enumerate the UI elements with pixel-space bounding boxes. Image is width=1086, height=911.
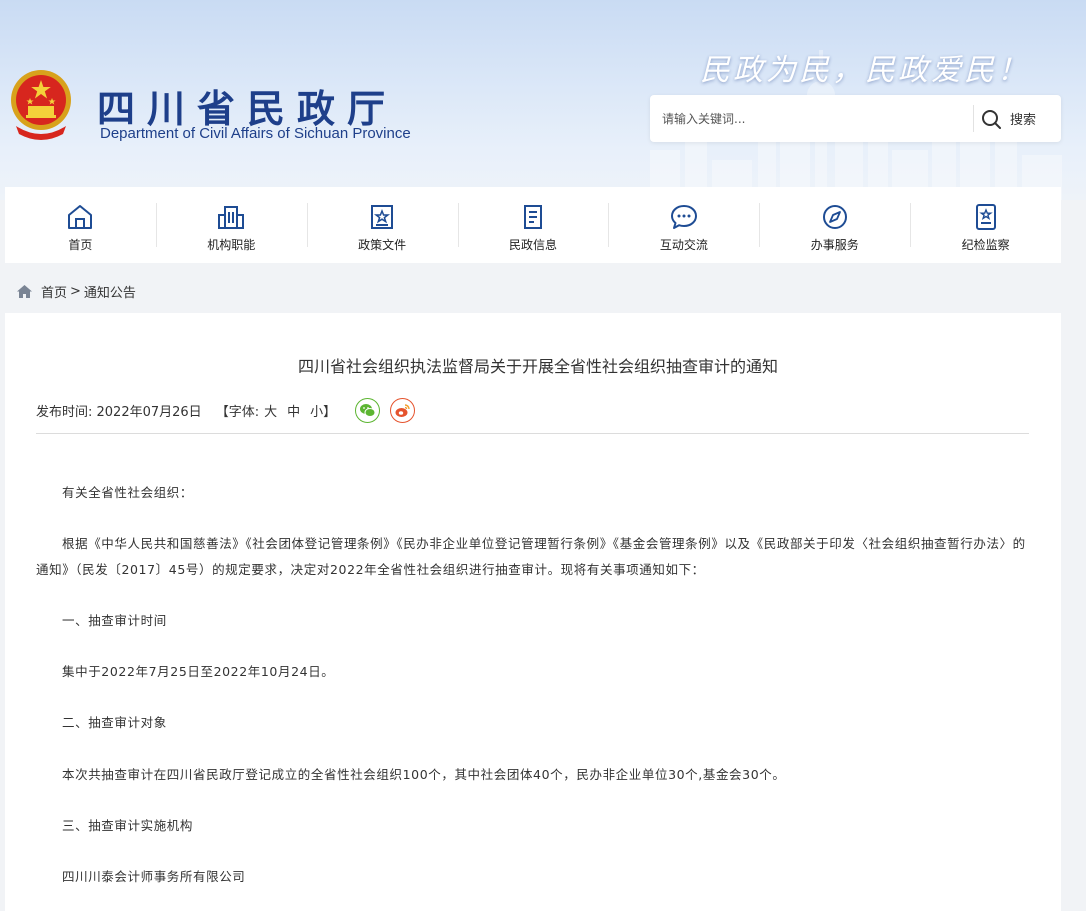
article-meta: 发布时间: 2022年07月26日 【字体: 大 中 小】 <box>36 397 416 423</box>
star-document-icon <box>371 204 394 229</box>
article-paragraph: 集中于2022年7月25日至2022年10月24日。 <box>62 664 335 680</box>
badge-document-icon <box>975 203 996 230</box>
search-button[interactable]: 搜索 <box>980 103 1056 134</box>
article-title: 四川省社会组织执法监督局关于开展全省性社会组织抽查审计的通知 <box>297 357 778 376</box>
nav-item-organization[interactable]: 机构职能 <box>155 187 307 263</box>
breadcrumb-separator: > <box>70 283 81 299</box>
meta-divider <box>36 433 1029 434</box>
search-input[interactable] <box>662 105 962 132</box>
nav-item-news[interactable]: 民政信息 <box>457 187 609 263</box>
home-icon <box>17 284 32 298</box>
site-subtitle: Department of Civil Affairs of Sichuan P… <box>100 125 411 142</box>
search-button-label: 搜索 <box>1010 113 1037 128</box>
header-banner: 四川省民政厅 Department of Civil Affairs of Si… <box>0 0 1086 200</box>
building-icon <box>218 205 245 229</box>
article-paragraph: 根据《中华人民共和国慈善法》《社会团体登记管理条例》《民办非企业单位登记管理暂行… <box>36 536 1026 577</box>
nav-label: 互动交流 <box>659 237 708 252</box>
nav-item-home[interactable]: 首页 <box>5 187 156 263</box>
breadcrumb-home-link[interactable]: 首页 <box>41 282 67 301</box>
font-size-small[interactable]: 小】 <box>310 401 336 420</box>
nav-label: 首页 <box>68 237 93 252</box>
slogan: 民政为民，民政爱民！ <box>700 53 1030 88</box>
publish-date: 发布时间: 2022年07月26日 <box>36 404 202 420</box>
article-paragraph: 四川川泰会计师事务所有限公司 <box>62 868 246 884</box>
nav-item-services[interactable]: 办事服务 <box>759 187 910 263</box>
nav-item-discipline[interactable]: 纪检监察 <box>910 187 1061 263</box>
search-box: 搜索 <box>650 95 1061 142</box>
article-paragraph: 三、抽查审计实施机构 <box>62 817 194 833</box>
nav-item-policy[interactable]: 政策文件 <box>306 187 458 263</box>
nav-label: 办事服务 <box>810 237 859 252</box>
news-document-icon <box>524 204 542 229</box>
chat-bubble-icon <box>670 204 697 229</box>
font-size-label: 【字体: <box>215 404 260 420</box>
nav-label: 民政信息 <box>509 237 558 252</box>
national-emblem-icon <box>11 70 71 140</box>
font-size-medium[interactable]: 中 <box>287 401 300 420</box>
article-paragraph: 有关全省性社会组织： <box>62 485 194 500</box>
nav-label: 政策文件 <box>358 237 407 252</box>
article-panel: 四川省社会组织执法监督局关于开展全省性社会组织抽查审计的通知 发布时间: 202… <box>5 313 1061 911</box>
search-icon <box>982 109 1001 129</box>
article-body: 有关全省性社会组织： 根据《中华人民共和国慈善法》《社会团体登记管理条例》《民办… <box>36 480 1031 911</box>
nav-item-interaction[interactable]: 互动交流 <box>608 187 759 263</box>
main-nav: 首页 机构职能 政策文件 民政信息 互动交流 办事服务 纪检监察 <box>5 187 1061 263</box>
share-wechat-button[interactable] <box>355 397 381 423</box>
article-paragraph: 本次共抽查审计在四川省民政厅登记成立的全省性社会组织100个，其中社会团体40个… <box>62 766 786 782</box>
weibo-icon <box>395 403 410 417</box>
share-weibo-button[interactable] <box>390 397 416 423</box>
breadcrumb-current-link[interactable]: 通知公告 <box>84 282 136 301</box>
breadcrumb: 首页 > 通知公告 <box>16 281 136 301</box>
wechat-icon <box>360 403 376 417</box>
nav-label: 机构职能 <box>207 237 256 252</box>
article-paragraph: 一、抽查审计时间 <box>62 612 167 628</box>
home-icon <box>68 204 93 229</box>
search-divider <box>973 105 974 132</box>
article-paragraph: 二、抽查审计对象 <box>62 715 167 731</box>
compass-icon <box>822 204 847 229</box>
nav-label: 纪检监察 <box>961 237 1010 252</box>
font-size-large[interactable]: 大 <box>264 401 277 420</box>
